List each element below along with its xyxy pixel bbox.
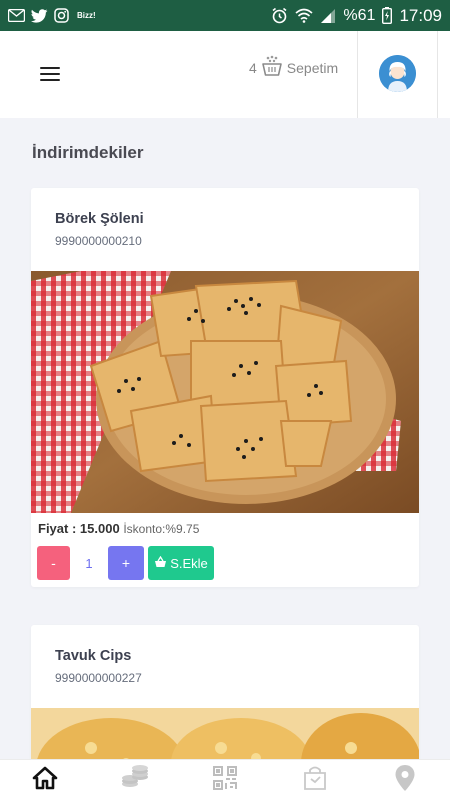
status-bar-notifications: Bizz! — [8, 8, 96, 24]
product-name: Börek Şöleni — [55, 211, 144, 227]
menu-icon[interactable] — [40, 67, 60, 81]
bizz-app-icon: Bizz! — [77, 11, 96, 20]
home-icon — [32, 766, 58, 795]
nav-coins[interactable] — [90, 760, 180, 800]
user-avatar[interactable] — [379, 55, 416, 92]
add-to-cart-button[interactable]: S.Ekle — [148, 546, 214, 580]
price-value: 15.000 — [79, 521, 120, 536]
quantity-controls: - + S.Ekle — [37, 546, 214, 580]
bottom-navigation — [0, 759, 450, 800]
nav-home[interactable] — [0, 760, 90, 800]
cart-label: Sepetim — [286, 59, 339, 76]
wifi-icon — [295, 8, 313, 24]
coins-icon — [121, 764, 149, 796]
nav-orders[interactable] — [270, 760, 360, 800]
nav-qr[interactable] — [180, 760, 270, 800]
increase-quantity-button[interactable]: + — [108, 546, 144, 580]
cart-button[interactable]: 4 Sepetim — [249, 55, 338, 80]
email-icon — [8, 8, 25, 24]
product-code: 9990000000227 — [55, 671, 142, 685]
basket-icon — [261, 55, 283, 80]
location-pin-icon — [394, 764, 416, 797]
price-line: Fiyat : 15.000 İskonto:%9.75 — [38, 521, 199, 536]
nav-location[interactable] — [360, 760, 450, 800]
discount-label: İskonto: — [123, 522, 166, 536]
product-code: 9990000000210 — [55, 234, 142, 248]
status-bar: Bizz! %61 17:09 — [0, 0, 450, 31]
add-to-cart-label: S.Ekle — [170, 555, 208, 571]
battery-percent: %61 — [343, 6, 376, 24]
twitter-icon — [31, 8, 48, 24]
header-divider — [357, 31, 358, 118]
app-header: 4 Sepetim — [0, 31, 450, 118]
decrease-quantity-button[interactable]: - — [37, 546, 70, 580]
qr-code-icon — [212, 765, 238, 796]
quantity-input[interactable] — [70, 555, 108, 571]
product-image[interactable] — [31, 271, 419, 513]
clock: 17:09 — [399, 5, 442, 25]
header-divider — [437, 31, 438, 118]
product-card: Börek Şöleni 9990000000210 Fiyat: 15.00… — [31, 188, 419, 587]
instagram-icon — [54, 8, 69, 24]
cart-count: 4 — [249, 59, 257, 76]
discount-value: %9.75 — [165, 522, 200, 536]
signal-icon — [320, 8, 336, 24]
product-name: Tavuk Cips — [55, 648, 132, 664]
section-title: İndirimdekiler — [32, 143, 144, 162]
status-bar-system: %61 17:09 — [271, 6, 442, 26]
battery-icon — [382, 7, 393, 24]
shopping-bag-icon — [302, 765, 328, 796]
price-label: Fiyat : — [38, 521, 77, 536]
basket-icon — [154, 555, 167, 571]
alarm-icon — [271, 7, 288, 24]
